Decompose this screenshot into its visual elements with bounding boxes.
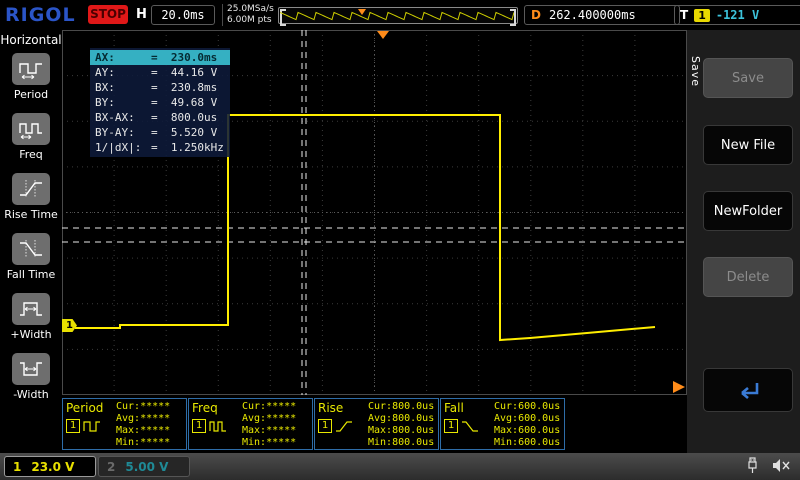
sidebar-title: Horizontal — [0, 33, 62, 47]
measurement-max: Max:***** — [242, 425, 297, 436]
cursor-readout-panel: AX: = 230.0ms AY: = 44.16 V BX: = 230.8ms B… — [90, 48, 230, 157]
waveform-display[interactable]: AX: = 230.0ms AY: = 44.16 V BX: = 230.8ms B… — [62, 30, 687, 395]
measurement-name: Rise — [318, 401, 344, 415]
delay-label: D — [531, 8, 541, 22]
menu-tab-save: Save — [689, 56, 702, 88]
cursor-row-bxax: BX-AX: = 800.0us — [95, 111, 218, 124]
acquisition-info: 25.0MSa/s 6.00M pts — [222, 4, 279, 26]
cursor-row-byay: BY-AY: = 5.520 V — [95, 126, 218, 139]
measurement-name: Fall — [444, 401, 464, 415]
sidebar-item-freq[interactable]: Freq — [12, 113, 50, 161]
cursor-row-by: BY: = 49.68 V — [95, 96, 218, 109]
memory-waveform-preview — [280, 9, 515, 21]
channel-number: 1 — [13, 459, 22, 474]
sidebar-item-rise-time[interactable]: Rise Time — [4, 173, 58, 221]
measurement-period[interactable]: Period 1 Cur:***** Avg:***** Max:***** M… — [62, 398, 187, 450]
period-icon — [12, 53, 50, 85]
run-state-badge[interactable]: STOP — [88, 5, 128, 24]
fall-time-icon — [12, 233, 50, 265]
measurement-avg: Avg:600.0us — [494, 413, 561, 424]
measurement-channel-badge: 1 — [318, 419, 333, 433]
sidebar-item-label: -Width — [13, 388, 49, 401]
channel-1-status[interactable]: 1 23.0 V — [4, 456, 96, 477]
measurement-min: Min:600.0us — [494, 437, 561, 448]
measurement-cur: Cur:600.0us — [494, 401, 561, 412]
measurement-max: Max:***** — [116, 425, 171, 436]
measurement-channel-badge: 1 — [66, 419, 81, 433]
sidebar-item-minus-width[interactable]: -Width — [12, 353, 50, 401]
plus-width-icon — [12, 293, 50, 325]
sidebar-item-label: Fall Time — [6, 268, 56, 281]
cursor-row-inv-dx: 1/|dX|: = 1.250kHz — [95, 141, 224, 154]
sidebar-item-period[interactable]: Period — [12, 53, 50, 101]
channel-scale: 23.0 V — [31, 459, 75, 474]
sidebar-item-fall-time[interactable]: Fall Time — [6, 233, 56, 281]
measurement-rise[interactable]: Rise 1 Cur:800.0us Avg:800.0us Max:800.0… — [314, 398, 439, 450]
freq-wave-icon — [209, 420, 227, 432]
measurement-max: Max:800.0us — [368, 425, 435, 436]
measurement-max: Max:600.0us — [494, 425, 561, 436]
fall-wave-icon — [462, 420, 479, 432]
measurement-name: Freq — [192, 401, 218, 415]
channel-2-status[interactable]: 2 5.00 V — [98, 456, 190, 477]
return-arrow-icon — [741, 383, 759, 399]
trigger-group[interactable]: T 1 -121 V — [674, 5, 800, 25]
cursor-row-ay: AY: = 44.16 V — [95, 66, 218, 79]
trigger-level-value: -121 V — [715, 8, 760, 22]
sidebar-item-label: Rise Time — [4, 208, 58, 221]
channel-number: 2 — [107, 459, 116, 474]
sidebar-item-label: +Width — [10, 328, 52, 341]
speaker-muted-icon — [773, 459, 790, 472]
cursor-row-bx: BX: = 230.8ms — [95, 81, 218, 94]
measurement-avg: Avg:800.0us — [368, 413, 435, 424]
measurement-cur: Cur:***** — [116, 401, 171, 412]
horizontal-label: H — [136, 7, 147, 22]
usb-icon — [748, 457, 757, 473]
status-icons — [745, 457, 790, 474]
sample-rate: 25.0MSa/s — [227, 4, 274, 14]
channel-scale: 5.00 V — [125, 459, 169, 474]
oscilloscope-screen: RIGOL STOP H 20.0ms 25.0MSa/s 6.00M pts … — [0, 0, 800, 480]
sidebar-item-label: Period — [13, 88, 49, 101]
rigol-logo: RIGOL — [5, 4, 76, 26]
rise-wave-icon — [336, 420, 353, 432]
measurement-freq[interactable]: Freq 1 Cur:***** Avg:***** Max:***** Min… — [188, 398, 313, 450]
freq-icon — [12, 113, 50, 145]
measurement-row: Period 1 Cur:***** Avg:***** Max:***** M… — [62, 395, 687, 453]
measurement-channel-badge: 1 — [192, 419, 207, 433]
measurement-cur: Cur:800.0us — [368, 401, 435, 412]
sidebar-item-label: Freq — [19, 148, 43, 161]
minus-width-icon — [12, 353, 50, 385]
period-wave-icon — [83, 420, 101, 432]
measurement-avg: Avg:***** — [116, 413, 171, 424]
rise-time-icon — [12, 173, 50, 205]
back-button[interactable] — [703, 368, 793, 412]
sidebar-item-plus-width[interactable]: +Width — [10, 293, 52, 341]
delay-group[interactable]: D 262.400000ms — [524, 5, 680, 25]
measurement-cur: Cur:***** — [242, 401, 297, 412]
measurement-min: Min:***** — [242, 437, 297, 448]
delay-value: 262.400000ms — [548, 8, 636, 22]
new-file-button[interactable]: New File — [703, 125, 793, 165]
timebase-value[interactable]: 20.0ms — [151, 5, 215, 25]
memory-depth: 6.00M pts — [227, 15, 272, 25]
memory-position-bar[interactable] — [278, 7, 518, 26]
trigger-label: T — [680, 8, 689, 22]
measurement-avg: Avg:***** — [242, 413, 297, 424]
delete-button[interactable]: Delete — [703, 257, 793, 297]
measurement-min: Min:***** — [116, 437, 171, 448]
trigger-source-badge: 1 — [694, 8, 710, 22]
status-bar: 1 23.0 V 2 5.00 V — [0, 453, 800, 480]
top-bar: RIGOL STOP H 20.0ms 25.0MSa/s 6.00M pts … — [0, 0, 800, 30]
save-button[interactable]: Save — [703, 58, 793, 98]
measurement-min: Min:800.0us — [368, 437, 435, 448]
measurement-fall[interactable]: Fall 1 Cur:600.0us Avg:600.0us Max:600.0… — [440, 398, 565, 450]
measurement-channel-badge: 1 — [444, 419, 459, 433]
save-menu-panel: Save Save New File NewFolder Delete — [687, 30, 800, 453]
cursor-row-ax: AX: = 230.0ms — [90, 50, 230, 65]
measurement-name: Period — [66, 401, 104, 415]
new-folder-button[interactable]: NewFolder — [703, 191, 793, 231]
measure-sidebar: Horizontal Period Freq Rise Time Fall Ti… — [0, 30, 62, 453]
